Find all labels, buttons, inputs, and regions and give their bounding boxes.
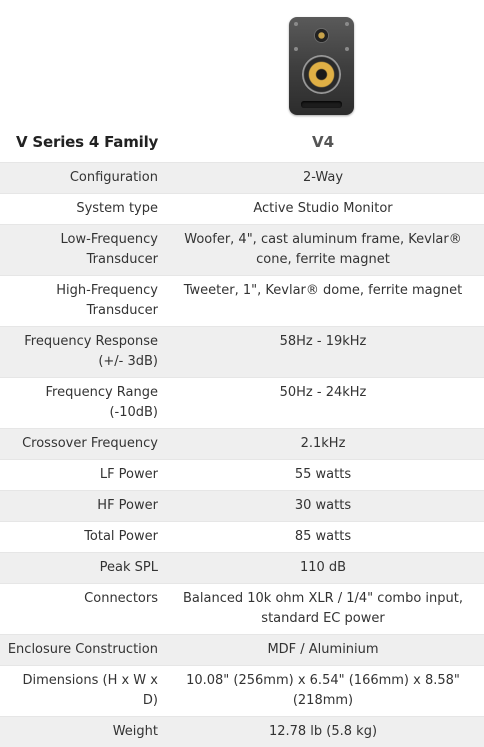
spec-page: V Series 4 Family V4 Configuration2-WayS…: [0, 0, 484, 747]
spec-value: 30 watts: [162, 491, 484, 522]
spec-label: System type: [0, 194, 162, 225]
spec-value: 85 watts: [162, 522, 484, 553]
spec-row: Weight12.78 lb (5.8 kg): [0, 717, 484, 747]
spec-label: Dimensions (H x W x D): [0, 666, 162, 717]
spec-label: Configuration: [0, 163, 162, 194]
spec-label: LF Power: [0, 460, 162, 491]
family-title: V Series 4 Family: [16, 133, 158, 151]
spec-value: 58Hz - 19kHz: [162, 327, 484, 378]
spec-row: Frequency Response (+/- 3dB)58Hz - 19kHz: [0, 327, 484, 378]
spec-row: ConnectorsBalanced 10k ohm XLR / 1/4" co…: [0, 584, 484, 635]
spec-label: Frequency Range (-10dB): [0, 378, 162, 429]
spec-row: System typeActive Studio Monitor: [0, 194, 484, 225]
spec-row: Enclosure ConstructionMDF / Aluminium: [0, 635, 484, 666]
spec-label: Total Power: [0, 522, 162, 553]
spec-value: 12.78 lb (5.8 kg): [162, 717, 484, 747]
spec-value: Balanced 10k ohm XLR / 1/4" combo input,…: [162, 584, 484, 635]
spec-value: 50Hz - 24kHz: [162, 378, 484, 429]
spec-row: Peak SPL110 dB: [0, 553, 484, 584]
spec-value: 110 dB: [162, 553, 484, 584]
spec-label: Peak SPL: [0, 553, 162, 584]
spec-label: Crossover Frequency: [0, 429, 162, 460]
spec-row: Configuration2-Way: [0, 163, 484, 194]
spec-label: Low-Frequency Transducer: [0, 225, 162, 276]
spec-value: Active Studio Monitor: [162, 194, 484, 225]
spec-row: Total Power85 watts: [0, 522, 484, 553]
spec-value: 2-Way: [162, 163, 484, 194]
spec-value: 55 watts: [162, 460, 484, 491]
spec-row: Dimensions (H x W x D)10.08" (256mm) x 6…: [0, 666, 484, 717]
spec-label: HF Power: [0, 491, 162, 522]
header-model-cell: V4: [162, 0, 484, 162]
spec-row: Frequency Range (-10dB)50Hz - 24kHz: [0, 378, 484, 429]
spec-value: 10.08" (256mm) x 6.54" (166mm) x 8.58" (…: [162, 666, 484, 717]
spec-row: Low-Frequency TransducerWoofer, 4", cast…: [0, 225, 484, 276]
model-name: V4: [162, 133, 484, 151]
spec-table: Configuration2-WaySystem typeActive Stud…: [0, 162, 484, 747]
spec-value: Woofer, 4", cast aluminum frame, Kevlar®…: [162, 225, 484, 276]
bass-port-graphic: [301, 101, 342, 108]
header-left-cell: V Series 4 Family: [0, 0, 162, 162]
spec-row: LF Power55 watts: [0, 460, 484, 491]
spec-label: Weight: [0, 717, 162, 747]
spec-label: Frequency Response (+/- 3dB): [0, 327, 162, 378]
studio-monitor-speaker-icon: [289, 17, 354, 115]
spec-row: HF Power30 watts: [0, 491, 484, 522]
spec-value: Tweeter, 1", Kevlar® dome, ferrite magne…: [162, 276, 484, 327]
tweeter-graphic: [314, 28, 329, 43]
spec-row: High-Frequency TransducerTweeter, 1", Ke…: [0, 276, 484, 327]
woofer-graphic: [302, 55, 341, 94]
spec-label: Enclosure Construction: [0, 635, 162, 666]
spec-label: Connectors: [0, 584, 162, 635]
table-header: V Series 4 Family V4: [0, 0, 484, 162]
spec-value: MDF / Aluminium: [162, 635, 484, 666]
spec-row: Crossover Frequency2.1kHz: [0, 429, 484, 460]
spec-value: 2.1kHz: [162, 429, 484, 460]
spec-label: High-Frequency Transducer: [0, 276, 162, 327]
